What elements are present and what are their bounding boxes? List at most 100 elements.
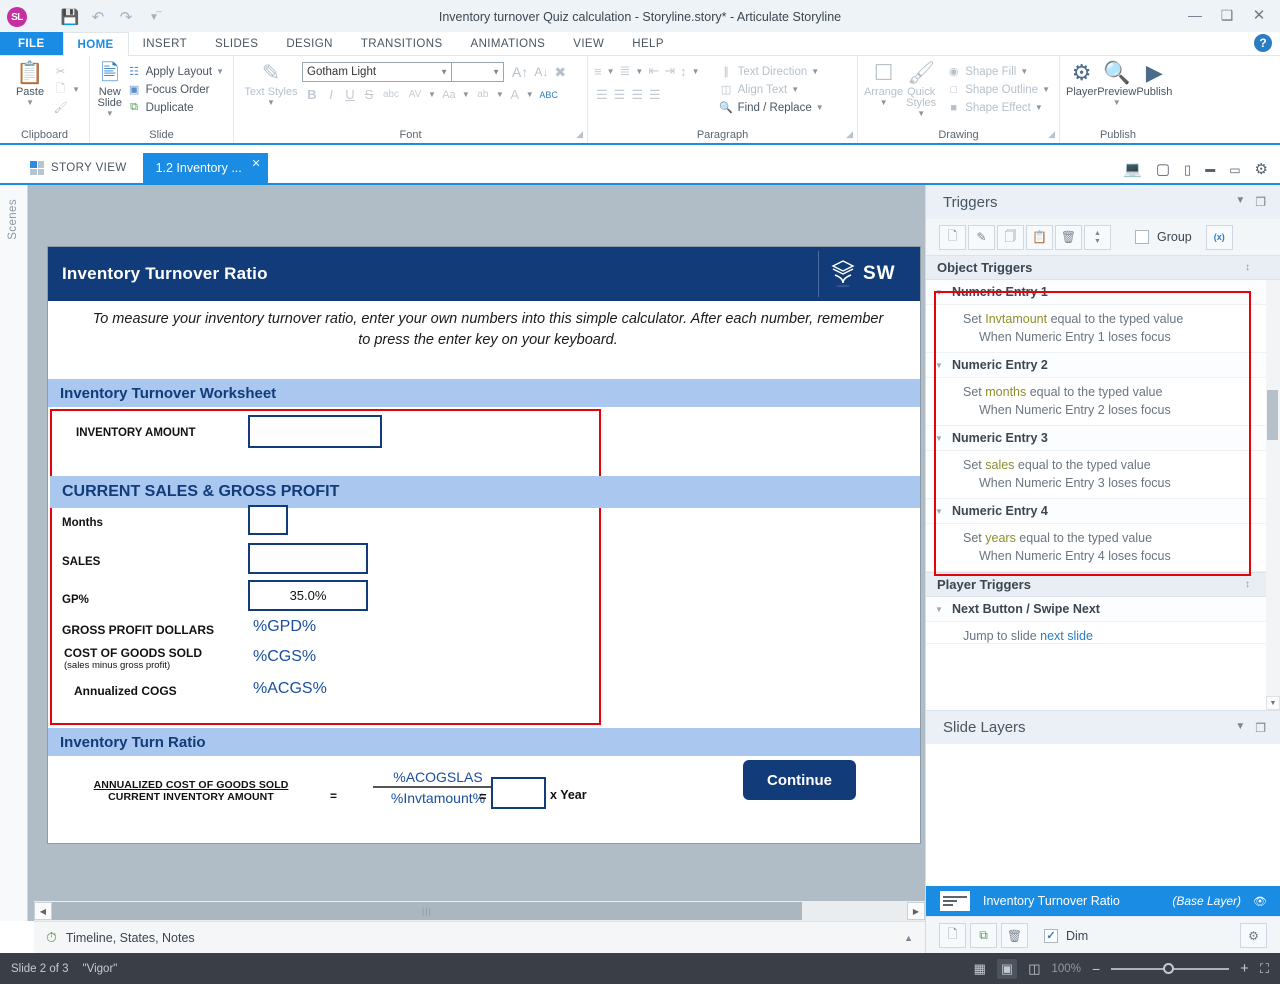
font-size-input[interactable]: ▼ xyxy=(452,62,504,82)
slide-layer-base[interactable]: Inventory Turnover Ratio (Base Layer) 👁 xyxy=(926,886,1280,916)
redo-icon[interactable]: ↷ xyxy=(113,5,139,29)
new-slide-dropdown-icon[interactable]: ▼ xyxy=(106,109,114,118)
font-color-dropdown-icon[interactable]: ▼ xyxy=(526,90,534,99)
highlight-button[interactable]: ab xyxy=(473,89,493,100)
font-dialog-launcher-icon[interactable]: ◢ xyxy=(576,129,583,140)
sales-input[interactable] xyxy=(248,543,368,574)
shape-outline-button[interactable]: □ Shape Outline▼ xyxy=(943,81,1053,98)
highlight-dropdown-icon[interactable]: ▼ xyxy=(496,90,504,99)
strikethrough-button[interactable]: S xyxy=(361,87,377,102)
slide-tab-inventory[interactable]: 1.2 Inventory ... ✕ xyxy=(143,153,268,183)
character-spacing-button[interactable]: AV xyxy=(405,89,425,100)
grow-font-icon[interactable]: A↑ xyxy=(512,64,528,80)
dim-checkbox[interactable]: ✓ xyxy=(1044,929,1058,943)
publish-button[interactable]: ▶ Publish xyxy=(1136,59,1172,98)
slide-layers-list[interactable] xyxy=(926,744,1280,886)
phone-landscape-preview-icon[interactable]: ▬ xyxy=(1205,165,1215,175)
shrink-font-icon[interactable]: A↓ xyxy=(534,65,548,79)
save-icon[interactable]: 💾 xyxy=(57,5,83,29)
zoom-in-button[interactable]: + xyxy=(1240,960,1249,977)
delete-trigger-icon[interactable]: 🗑 xyxy=(1055,225,1082,250)
arrange-button[interactable]: ☐ Arrange ▼ xyxy=(864,59,903,107)
tab-view[interactable]: VIEW xyxy=(559,32,618,55)
bullets-icon[interactable]: ≡ xyxy=(594,64,602,79)
trigger-item[interactable]: Jump to slide next slide xyxy=(926,622,1280,644)
slide-surface[interactable]: Inventory Turnover Ratio SW To measure y… xyxy=(48,247,920,843)
clear-formatting-icon[interactable]: ✖ xyxy=(554,64,566,81)
decrease-indent-icon[interactable]: ⇤ xyxy=(648,63,659,79)
align-center-icon[interactable]: ☰ xyxy=(614,87,626,103)
small-caps-button[interactable]: abc xyxy=(380,89,402,100)
tab-animations[interactable]: ANIMATIONS xyxy=(457,32,560,55)
font-size-dropdown-icon[interactable]: ▼ xyxy=(492,68,500,77)
trigger-group-numeric-entry-4[interactable]: ▼ Numeric Entry 4 xyxy=(926,499,1280,524)
shape-effect-button[interactable]: ■ Shape Effect▼ xyxy=(943,99,1053,116)
eye-icon[interactable]: 👁 xyxy=(1253,895,1267,908)
numbering-icon[interactable]: ≣ xyxy=(620,63,631,79)
inventory-amount-input[interactable] xyxy=(248,415,382,448)
layer-properties-gear-icon[interactable]: ⚙ xyxy=(1240,923,1267,948)
chevron-down-icon[interactable]: ▼ xyxy=(926,361,952,370)
align-text-button[interactable]: ◫ Align Text▼ xyxy=(716,81,827,98)
trigger-group-numeric-entry-2[interactable]: ▼ Numeric Entry 2 xyxy=(926,353,1280,378)
paragraph-dialog-launcher-icon[interactable]: ◢ xyxy=(846,129,853,140)
increase-indent-icon[interactable]: ⇥ xyxy=(664,63,675,79)
align-justify-icon[interactable]: ☰ xyxy=(649,87,661,103)
new-slide-button[interactable]: 🖹 New Slide ▼ xyxy=(96,59,124,118)
continue-button[interactable]: Continue xyxy=(743,760,856,800)
presenter-view-icon[interactable]: ◫ xyxy=(1028,961,1040,977)
trigger-group-numeric-entry-1[interactable]: ▼ Numeric Entry 1 xyxy=(926,280,1280,305)
align-right-icon[interactable]: ☰ xyxy=(631,87,643,103)
normal-view-icon[interactable]: ▦ xyxy=(974,961,986,977)
minimize-button[interactable]: — xyxy=(1180,2,1210,28)
timeline-expand-icon[interactable]: ▲ xyxy=(904,933,913,943)
cut-button[interactable]: ✂ xyxy=(50,63,83,80)
trigger-item[interactable]: Set years equal to the typed value When … xyxy=(926,524,1280,572)
paste-dropdown-icon[interactable]: ▼ xyxy=(26,98,34,107)
slide-master-view-icon[interactable]: ▣ xyxy=(997,959,1017,979)
underline-button[interactable]: U xyxy=(342,87,358,102)
group-checkbox-row[interactable]: Group xyxy=(1135,230,1192,244)
edit-trigger-icon[interactable]: ✎ xyxy=(968,225,995,250)
align-left-icon[interactable]: ☰ xyxy=(596,87,608,103)
desktop-preview-icon[interactable]: 💻 xyxy=(1123,162,1142,177)
chevron-down-icon[interactable]: ▼ xyxy=(926,507,952,516)
gp-percent-input[interactable]: 35.0% xyxy=(248,580,368,611)
arrange-dropdown-icon[interactable]: ▼ xyxy=(880,98,888,107)
text-styles-dropdown-icon[interactable]: ▼ xyxy=(267,98,275,107)
close-button[interactable]: ✕ xyxy=(1244,2,1274,28)
tablet-landscape-preview-icon[interactable]: ▢ xyxy=(1156,162,1170,177)
italic-button[interactable]: I xyxy=(323,87,339,102)
timeline-bar[interactable]: ⏱ Timeline, States, Notes ▲ xyxy=(34,921,925,953)
tab-file[interactable]: FILE xyxy=(0,32,63,55)
fit-to-window-icon[interactable]: ⛶ xyxy=(1260,961,1269,977)
paste-trigger-icon[interactable]: 📋 xyxy=(1026,225,1053,250)
focus-order-button[interactable]: ▣ Focus Order xyxy=(124,81,227,98)
canvas-hscrollbar[interactable]: ◀ ||| ▶ xyxy=(34,901,925,921)
quick-styles-dropdown-icon[interactable]: ▼ xyxy=(917,109,925,118)
triggers-collapse-icon[interactable]: ▼ xyxy=(1235,195,1245,209)
change-case-button[interactable]: Aa xyxy=(439,89,459,101)
font-name-input[interactable]: Gotham Light ▼ xyxy=(302,62,452,82)
help-icon[interactable]: ? xyxy=(1254,34,1272,52)
trigger-item[interactable]: Set sales equal to the typed value When … xyxy=(926,451,1280,499)
story-view-tab[interactable]: STORY VIEW xyxy=(0,153,143,183)
line-spacing-icon[interactable]: ↕ xyxy=(680,64,687,79)
new-layer-icon[interactable]: 🗋 xyxy=(939,923,966,948)
chevron-down-icon[interactable]: ▼ xyxy=(926,288,952,297)
paste-button[interactable]: 📋 Paste ▼ xyxy=(10,59,50,107)
tab-home[interactable]: HOME xyxy=(63,32,129,56)
apply-layout-button[interactable]: ☷ Apply Layout▼ xyxy=(124,63,227,80)
zoom-out-button[interactable]: − xyxy=(1092,961,1100,977)
font-name-dropdown-icon[interactable]: ▼ xyxy=(440,68,448,77)
trigger-item[interactable]: Set Invtamount equal to the typed value … xyxy=(926,305,1280,353)
spelling-button[interactable]: ABC xyxy=(537,90,561,100)
zoom-slider[interactable] xyxy=(1111,963,1229,975)
delete-layer-icon[interactable]: 🗑 xyxy=(1001,923,1028,948)
close-icon[interactable]: ✕ xyxy=(252,157,261,170)
quick-styles-button[interactable]: 🖌 Quick Styles ▼ xyxy=(903,59,939,118)
player-settings-gear-icon[interactable]: ⚙ xyxy=(1255,162,1268,177)
phone-portrait-preview-icon[interactable]: ▭ xyxy=(1229,164,1240,176)
copy-trigger-icon[interactable]: 🗍 xyxy=(997,225,1024,250)
move-trigger-icon[interactable]: ▲▼ xyxy=(1084,225,1111,250)
